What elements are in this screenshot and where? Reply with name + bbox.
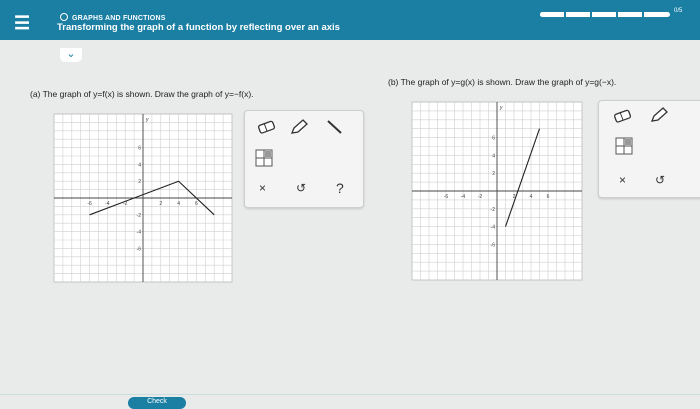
y-tick-label: 2 [492, 171, 495, 177]
y-tick-label: 4 [138, 162, 141, 168]
y-tick-label: -4 [491, 225, 496, 231]
y-tick-label: -2 [137, 213, 142, 219]
pencil-icon[interactable] [289, 118, 309, 139]
y-tick-label: -6 [137, 246, 142, 252]
x-tick-label: 4 [530, 194, 533, 200]
y-tick-label: 4 [492, 153, 495, 159]
pencil-icon[interactable] [649, 106, 669, 127]
section-label: GRAPHS AND FUNCTIONS [60, 13, 166, 22]
grid-icon[interactable] [255, 149, 273, 170]
x-tick-label: 6 [547, 194, 550, 200]
undo-icon[interactable]: ↺ [655, 173, 665, 187]
menu-icon[interactable]: ☰ [14, 12, 36, 34]
part-a-prompt: (a) The graph of y=f(x) is shown. Draw t… [30, 89, 254, 99]
y-tick-label: -6 [491, 242, 496, 248]
progress-divider [590, 12, 592, 17]
undo-icon[interactable]: ↺ [296, 181, 306, 195]
y-tick-label: 6 [138, 146, 141, 152]
eraser-icon[interactable] [257, 120, 277, 137]
help-icon[interactable]: ? [336, 180, 344, 196]
grid-icon[interactable] [615, 137, 633, 158]
x-tick-label: -6 [87, 201, 92, 207]
y-tick-label: 6 [492, 136, 495, 142]
y-tick-label: -2 [491, 207, 496, 213]
x-tick-label: 4 [177, 201, 180, 207]
y-tick-label: -4 [137, 230, 142, 236]
toolbox-a: × ↺ ? [244, 110, 364, 208]
x-tick-label: -2 [478, 194, 483, 200]
part-b-prompt: (b) The graph of y=g(x) is shown. Draw t… [388, 77, 617, 87]
x-tick-label: -6 [444, 194, 449, 200]
eraser-icon[interactable] [613, 109, 633, 126]
graph-b[interactable]: y-6 -4 -2 2 4 6642-2-4-6 [410, 100, 584, 282]
footer-divider [0, 394, 700, 395]
topic-title: Transforming the graph of a function by … [57, 22, 340, 33]
clear-icon[interactable]: × [619, 173, 626, 187]
top-bar: ☰ GRAPHS AND FUNCTIONS Transforming the … [0, 0, 700, 40]
score-text: 0/5 [674, 8, 683, 14]
toolbox-b: × ↺ [598, 100, 700, 198]
check-button[interactable]: Check [128, 397, 186, 409]
progress-divider [616, 12, 618, 17]
clear-icon[interactable]: × [259, 181, 266, 195]
progress-divider [642, 12, 644, 17]
x-tick-label: -4 [105, 201, 110, 207]
progress-divider [564, 12, 566, 17]
y-tick-label: 2 [138, 179, 141, 185]
y-axis-label: y [499, 105, 503, 111]
x-tick-label: -4 [461, 194, 466, 200]
y-axis-label: y [145, 117, 149, 123]
circle-icon [60, 13, 68, 21]
x-tick-label: 6 [195, 201, 198, 207]
progress-bar [540, 12, 670, 17]
progress-fill [540, 12, 644, 17]
x-tick-label: 2 [159, 201, 162, 207]
line-icon[interactable] [325, 118, 345, 139]
graph-a[interactable]: y-6 -4 -2 2 4 6642-2-4-6 [52, 112, 234, 284]
collapse-chevron-icon[interactable]: ⌄ [60, 48, 82, 62]
